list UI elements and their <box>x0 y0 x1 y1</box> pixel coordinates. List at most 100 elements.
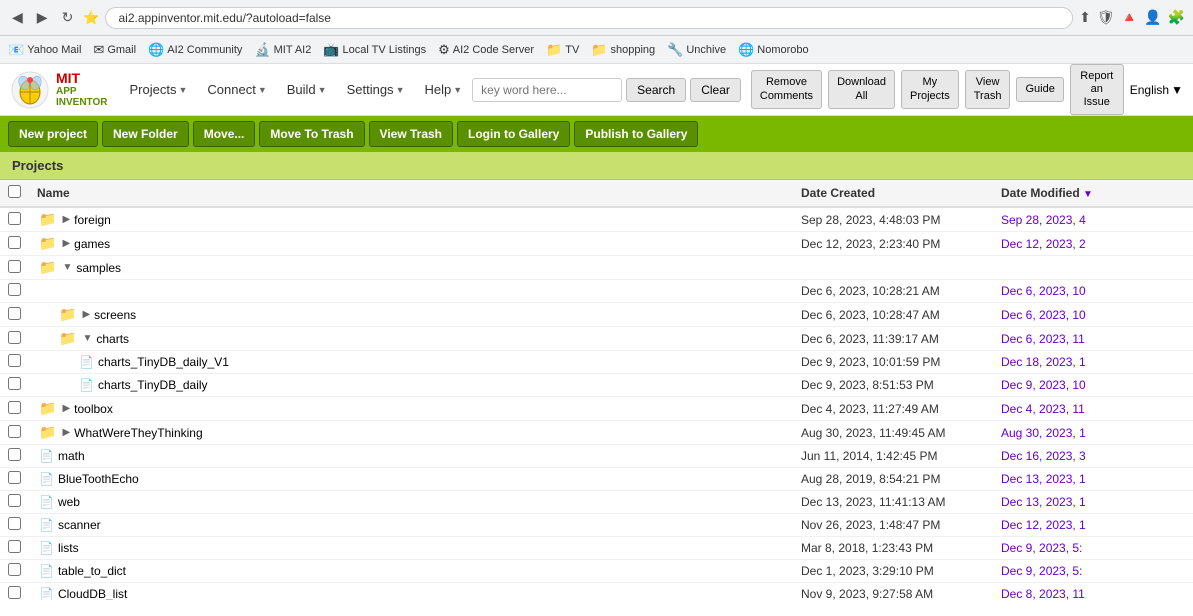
bookmark-ai2-community[interactable]: 🌐 AI2 Community <box>148 42 242 58</box>
logo-inventor: INVENTOR <box>56 97 108 108</box>
row-name[interactable]: CloudDB_list <box>58 587 127 600</box>
new-project-button[interactable]: New project <box>8 121 98 147</box>
bookmark-unchive[interactable]: 🔧 Unchive <box>667 42 726 58</box>
ai2-community-icon: 🌐 <box>148 42 164 58</box>
row-checkbox[interactable] <box>8 354 21 367</box>
row-checkbox[interactable] <box>8 307 21 320</box>
profile-icon[interactable]: 👤 <box>1144 9 1161 26</box>
header-checkbox-col[interactable] <box>0 180 29 207</box>
bookmark-nomorobo[interactable]: 🌐 Nomorobo <box>738 42 809 58</box>
nav-settings[interactable]: Settings ▼ <box>337 76 415 103</box>
bookmark-mit-ai2[interactable]: 🔬 MIT AI2 <box>254 42 311 58</box>
row-checkbox[interactable] <box>8 471 21 484</box>
language-button[interactable]: English ▼ <box>1130 83 1183 97</box>
expand-button[interactable]: ▶ <box>62 214 70 225</box>
file-icon: 📄 <box>39 495 54 509</box>
row-checkbox[interactable] <box>8 377 21 390</box>
row-name[interactable]: BlueToothEcho <box>58 472 139 486</box>
row-name[interactable]: math <box>58 449 85 463</box>
extensions-icon[interactable]: 🧩 <box>1168 9 1185 26</box>
extension-icon[interactable]: 🔺 <box>1121 9 1138 26</box>
url-bar[interactable]: ai2.appinventor.mit.edu/?autoload=false <box>105 7 1073 29</box>
collapse-button[interactable]: ▼ <box>82 333 92 344</box>
folder-icon: 📁 <box>59 306 76 323</box>
publish-to-gallery-button[interactable]: Publish to Gallery <box>574 121 698 147</box>
name-cell: 📄BlueToothEcho <box>37 472 785 486</box>
row-name[interactable]: charts_TinyDB_daily_V1 <box>98 355 229 369</box>
nav-projects[interactable]: Projects ▼ <box>120 76 198 103</box>
my-projects-button[interactable]: My Projects <box>901 70 959 108</box>
row-checkbox[interactable] <box>8 260 21 273</box>
bookmark-icon[interactable]: 🛡 <box>1097 9 1115 26</box>
move-button[interactable]: Move... <box>193 121 256 147</box>
bookmark-gmail[interactable]: ✉ Gmail <box>93 42 136 58</box>
row-name[interactable]: table_to_dict <box>58 564 126 578</box>
select-all-checkbox[interactable] <box>8 185 21 198</box>
row-name[interactable]: toolbox <box>74 402 113 416</box>
tv-icon: 📺 <box>323 42 339 58</box>
report-issue-button[interactable]: Report an Issue <box>1070 64 1124 116</box>
date-modified-cell: Dec 13, 2023, 1 <box>993 491 1193 514</box>
bookmark-local-tv[interactable]: 📺 Local TV Listings <box>323 42 426 58</box>
view-trash-toolbar-button[interactable]: View Trash <box>369 121 453 147</box>
search-input[interactable] <box>472 78 622 102</box>
bookmark-ai2-code[interactable]: ⚙ AI2 Code Server <box>438 42 534 58</box>
row-checkbox[interactable] <box>8 425 21 438</box>
login-to-gallery-button[interactable]: Login to Gallery <box>457 121 570 147</box>
row-name[interactable]: WhatWereTheyThinking <box>74 426 203 440</box>
collapse-button[interactable]: ▼ <box>62 262 72 273</box>
date-created-cell: Mar 8, 2018, 1:23:43 PM <box>793 537 993 560</box>
bookmark-shopping[interactable]: 📁 shopping <box>591 42 655 58</box>
row-name[interactable]: charts_TinyDB_daily <box>98 378 208 392</box>
clear-button[interactable]: Clear <box>690 78 741 102</box>
row-name[interactable]: charts <box>96 332 129 346</box>
header-modified-col[interactable]: Date Modified ▼ <box>993 180 1193 207</box>
row-name[interactable]: web <box>58 495 80 509</box>
row-name[interactable]: scanner <box>58 518 101 532</box>
move-to-trash-button[interactable]: Move To Trash <box>259 121 364 147</box>
download-all-button[interactable]: Download All <box>828 70 895 108</box>
row-checkbox[interactable] <box>8 563 21 576</box>
row-checkbox[interactable] <box>8 540 21 553</box>
nav-build[interactable]: Build ▼ <box>277 76 337 103</box>
projects-table-container[interactable]: Name Date Created Date Modified ▼ 📁 ▶ fore… <box>0 180 1193 600</box>
search-button[interactable]: Search <box>626 78 686 102</box>
row-name[interactable]: samples <box>76 261 121 275</box>
row-name[interactable]: foreign <box>74 213 111 227</box>
guide-button[interactable]: Guide <box>1016 77 1063 102</box>
row-checkbox[interactable] <box>8 283 21 296</box>
row-name[interactable]: games <box>74 237 110 251</box>
row-checkbox[interactable] <box>8 401 21 414</box>
row-checkbox[interactable] <box>8 448 21 461</box>
share-icon[interactable]: ⬆ <box>1079 9 1091 26</box>
row-checkbox[interactable] <box>8 586 21 599</box>
row-checkbox[interactable] <box>8 494 21 507</box>
row-checkbox[interactable] <box>8 331 21 344</box>
row-checkbox[interactable] <box>8 212 21 225</box>
expand-button[interactable]: ▶ <box>62 238 70 249</box>
row-name[interactable]: screens <box>94 308 136 322</box>
expand-button[interactable]: ▶ <box>82 309 90 320</box>
expand-button[interactable]: ▶ <box>62 427 70 438</box>
expand-button[interactable]: ▶ <box>62 403 70 414</box>
bookmark-yahoo-mail[interactable]: 📧 Yahoo Mail <box>8 42 81 58</box>
new-folder-button[interactable]: New Folder <box>102 121 189 147</box>
view-trash-header-button[interactable]: View Trash <box>965 70 1011 108</box>
reload-button[interactable]: ↻ <box>58 7 78 28</box>
header-created-col[interactable]: Date Created <box>793 180 993 207</box>
search-area: Search Clear <box>472 78 741 102</box>
row-name[interactable]: lists <box>58 541 79 555</box>
header-name-col[interactable]: Name <box>29 180 793 207</box>
nav-connect[interactable]: Connect ▼ <box>197 76 276 103</box>
nav-help[interactable]: Help ▼ <box>414 76 472 103</box>
row-checkbox[interactable] <box>8 236 21 249</box>
date-created-cell: Dec 13, 2023, 11:41:13 AM <box>793 491 993 514</box>
bookmark-tv[interactable]: 📁 TV <box>546 42 579 58</box>
remove-comments-button[interactable]: Remove Comments <box>751 70 822 108</box>
file-icon: 📄 <box>39 564 54 578</box>
date-modified-cell: Dec 9, 2023, 5: <box>993 560 1193 583</box>
forward-button[interactable]: ▶ <box>33 7 52 28</box>
row-checkbox[interactable] <box>8 517 21 530</box>
back-button[interactable]: ◀ <box>8 7 27 28</box>
browser-action-icons: ⬆ 🛡 🔺 👤 🧩 <box>1079 9 1185 26</box>
